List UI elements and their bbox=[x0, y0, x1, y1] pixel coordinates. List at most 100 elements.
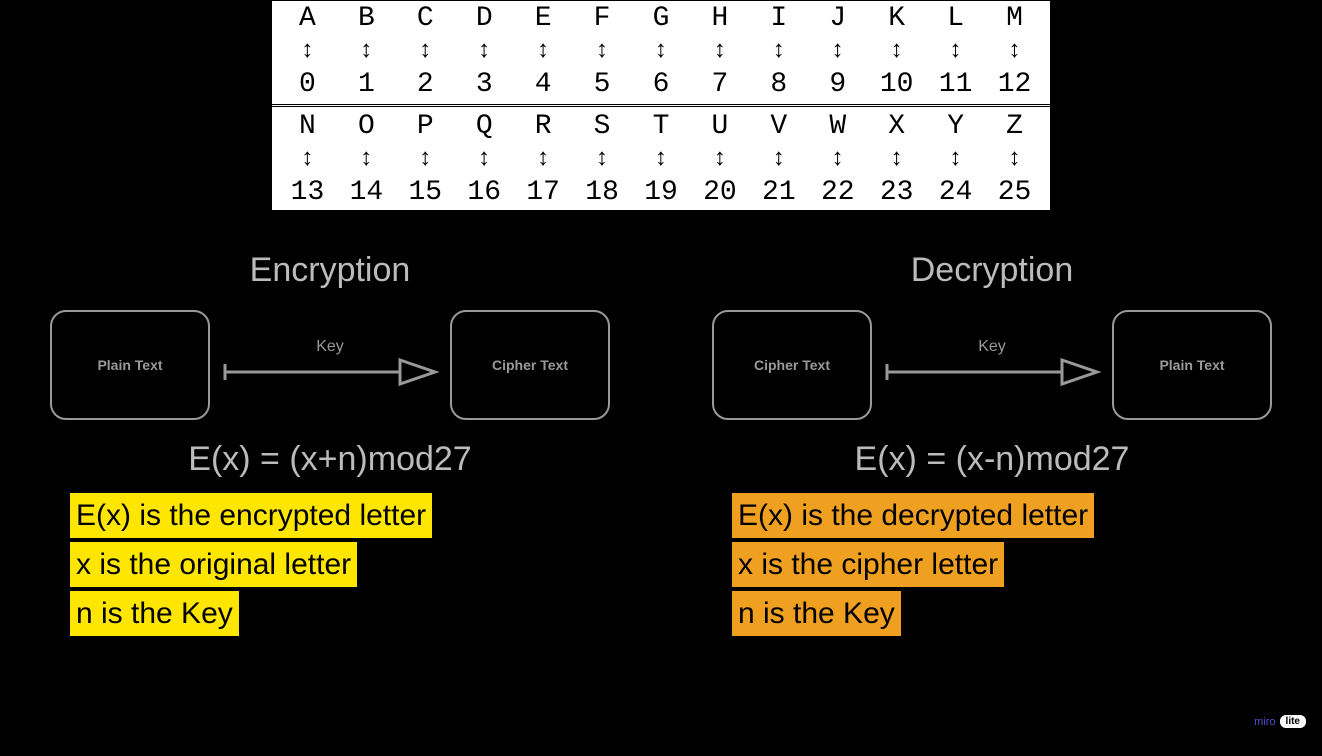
alphabet-row1-numbers: 0123456789101112 bbox=[272, 67, 1050, 102]
alphabet-cell: 18 bbox=[573, 177, 632, 208]
updown-arrow-icon: ↕ bbox=[514, 38, 573, 65]
decryption-diagram: Cipher Text Key Plain Text bbox=[672, 310, 1312, 420]
alphabet-cell: 5 bbox=[573, 69, 632, 100]
alphabet-cell: 22 bbox=[808, 177, 867, 208]
updown-arrow-icon: ↕ bbox=[867, 38, 926, 65]
alphabet-cell: Z bbox=[985, 111, 1044, 142]
alphabet-cell: X bbox=[867, 111, 926, 142]
updown-arrow-icon: ↕ bbox=[690, 146, 749, 173]
encryption-section: Encryption Plain Text Key Cipher Text E(… bbox=[10, 251, 650, 640]
alphabet-cell: J bbox=[808, 3, 867, 34]
alphabet-cell: 3 bbox=[455, 69, 514, 100]
alphabet-cell: 19 bbox=[632, 177, 691, 208]
alphabet-cell: 10 bbox=[867, 69, 926, 100]
alphabet-cell: 6 bbox=[632, 69, 691, 100]
alphabet-table: ABCDEFGHIJKLM ↕↕↕↕↕↕↕↕↕↕↕↕↕ 012345678910… bbox=[271, 0, 1051, 211]
alphabet-cell: R bbox=[514, 111, 573, 142]
decryption-arrow: Key bbox=[882, 338, 1102, 392]
alphabet-cell: S bbox=[573, 111, 632, 142]
alphabet-row2-arrows: ↕↕↕↕↕↕↕↕↕↕↕↕↕ bbox=[272, 144, 1050, 175]
alphabet-cell: 25 bbox=[985, 177, 1044, 208]
encryption-title: Encryption bbox=[10, 251, 650, 290]
encryption-desc-line3: n is the Key bbox=[70, 591, 239, 636]
alphabet-cell: 11 bbox=[926, 69, 985, 100]
plain-text-box: Plain Text bbox=[50, 310, 210, 420]
alphabet-cell: 4 bbox=[514, 69, 573, 100]
updown-arrow-icon: ↕ bbox=[985, 146, 1044, 173]
updown-arrow-icon: ↕ bbox=[632, 38, 691, 65]
alphabet-cell: 21 bbox=[749, 177, 808, 208]
alphabet-cell: G bbox=[632, 3, 691, 34]
alphabet-row1-arrows: ↕↕↕↕↕↕↕↕↕↕↕↕↕ bbox=[272, 36, 1050, 67]
updown-arrow-icon: ↕ bbox=[278, 146, 337, 173]
alphabet-cell: O bbox=[337, 111, 396, 142]
updown-arrow-icon: ↕ bbox=[337, 146, 396, 173]
cipher-text-box: Cipher Text bbox=[450, 310, 610, 420]
alphabet-cell: P bbox=[396, 111, 455, 142]
encryption-arrow: Key bbox=[220, 338, 440, 392]
alphabet-cell: D bbox=[455, 3, 514, 34]
alphabet-cell: 24 bbox=[926, 177, 985, 208]
updown-arrow-icon: ↕ bbox=[926, 146, 985, 173]
updown-arrow-icon: ↕ bbox=[573, 146, 632, 173]
alphabet-row2-letters: NOPQRSTUVWXYZ bbox=[272, 109, 1050, 144]
alphabet-cell: I bbox=[749, 3, 808, 34]
updown-arrow-icon: ↕ bbox=[926, 38, 985, 65]
updown-arrow-icon: ↕ bbox=[749, 38, 808, 65]
alphabet-cell: L bbox=[926, 3, 985, 34]
alphabet-cell: U bbox=[690, 111, 749, 142]
alphabet-cell: 17 bbox=[514, 177, 573, 208]
decryption-desc-line2: x is the cipher letter bbox=[732, 542, 1004, 587]
alphabet-cell: W bbox=[808, 111, 867, 142]
alphabet-cell: 9 bbox=[808, 69, 867, 100]
alphabet-cell: 0 bbox=[278, 69, 337, 100]
encryption-formula: E(x) = (x+n)mod27 bbox=[10, 440, 650, 479]
alphabet-cell: C bbox=[396, 3, 455, 34]
alphabet-cell: Y bbox=[926, 111, 985, 142]
alphabet-cell: H bbox=[690, 3, 749, 34]
decryption-section: Decryption Cipher Text Key Plain Text E(… bbox=[672, 251, 1312, 640]
alphabet-cell: 13 bbox=[278, 177, 337, 208]
alphabet-row1-letters: ABCDEFGHIJKLM bbox=[272, 1, 1050, 36]
updown-arrow-icon: ↕ bbox=[690, 38, 749, 65]
watermark-badge: lite bbox=[1280, 715, 1306, 728]
encryption-description: E(x) is the encrypted letter x is the or… bbox=[10, 493, 650, 640]
alphabet-cell: K bbox=[867, 3, 926, 34]
alphabet-cell: F bbox=[573, 3, 632, 34]
alphabet-cell: 14 bbox=[337, 177, 396, 208]
updown-arrow-icon: ↕ bbox=[396, 146, 455, 173]
alphabet-cell: V bbox=[749, 111, 808, 142]
updown-arrow-icon: ↕ bbox=[455, 38, 514, 65]
alphabet-cell: E bbox=[514, 3, 573, 34]
alphabet-cell: Q bbox=[455, 111, 514, 142]
decryption-desc-line1: E(x) is the decrypted letter bbox=[732, 493, 1094, 538]
alphabet-cell: 20 bbox=[690, 177, 749, 208]
alphabet-cell: 2 bbox=[396, 69, 455, 100]
table-divider bbox=[272, 104, 1050, 107]
alphabet-cell: 12 bbox=[985, 69, 1044, 100]
encryption-desc-line2: x is the original letter bbox=[70, 542, 357, 587]
encryption-diagram: Plain Text Key Cipher Text bbox=[10, 310, 650, 420]
updown-arrow-icon: ↕ bbox=[278, 38, 337, 65]
watermark-brand: miro bbox=[1254, 716, 1275, 728]
cipher-text-box2: Cipher Text bbox=[712, 310, 872, 420]
decryption-description: E(x) is the decrypted letter x is the ci… bbox=[672, 493, 1312, 640]
alphabet-cell: T bbox=[632, 111, 691, 142]
updown-arrow-icon: ↕ bbox=[808, 38, 867, 65]
alphabet-cell: B bbox=[337, 3, 396, 34]
updown-arrow-icon: ↕ bbox=[514, 146, 573, 173]
alphabet-cell: 15 bbox=[396, 177, 455, 208]
updown-arrow-icon: ↕ bbox=[632, 146, 691, 173]
updown-arrow-icon: ↕ bbox=[337, 38, 396, 65]
encryption-desc-line1: E(x) is the encrypted letter bbox=[70, 493, 432, 538]
alphabet-cell: 16 bbox=[455, 177, 514, 208]
decryption-title: Decryption bbox=[672, 251, 1312, 290]
alphabet-row2-numbers: 13141516171819202122232425 bbox=[272, 175, 1050, 210]
decryption-desc-line3: n is the Key bbox=[732, 591, 901, 636]
updown-arrow-icon: ↕ bbox=[396, 38, 455, 65]
updown-arrow-icon: ↕ bbox=[808, 146, 867, 173]
updown-arrow-icon: ↕ bbox=[867, 146, 926, 173]
updown-arrow-icon: ↕ bbox=[455, 146, 514, 173]
alphabet-cell: 1 bbox=[337, 69, 396, 100]
alphabet-cell: N bbox=[278, 111, 337, 142]
